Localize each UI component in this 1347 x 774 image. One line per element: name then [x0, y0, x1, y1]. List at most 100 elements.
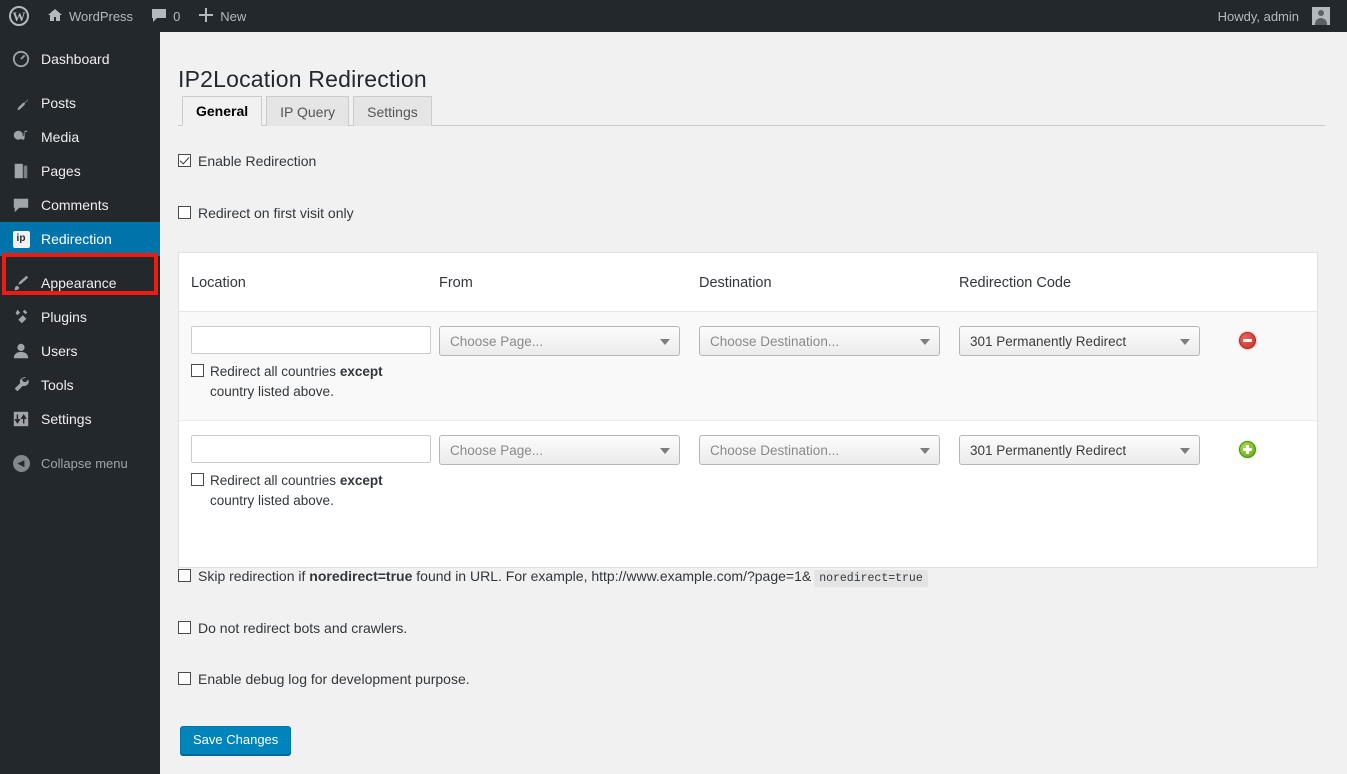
media-icon: [11, 127, 31, 147]
home-icon: [47, 7, 63, 26]
site-name-menu[interactable]: WordPress: [38, 0, 142, 32]
except-label: Redirect all countries except country li…: [210, 471, 419, 511]
brush-icon: [11, 273, 31, 293]
except-checkbox[interactable]: [191, 473, 204, 486]
sidebar-item-label: Collapse menu: [41, 457, 128, 470]
first-visit-only-checkbox[interactable]: [178, 206, 191, 219]
comment-bubble-icon: [151, 7, 167, 26]
chevron-down-icon: [1180, 448, 1190, 454]
site-name-label: WordPress: [69, 10, 133, 23]
option-label: Enable Redirection: [198, 152, 316, 170]
comments-count: 0: [173, 10, 180, 23]
no-bots-checkbox[interactable]: [178, 621, 191, 634]
plus-icon: [198, 7, 214, 26]
code-chip: noredirect=true: [814, 570, 928, 587]
sidebar-item-comments[interactable]: Comments: [0, 188, 160, 222]
except-option[interactable]: Redirect all countries except country li…: [191, 471, 419, 511]
collapse-arrow-icon: ◀: [11, 453, 31, 473]
table-row: Redirect all countries except country li…: [179, 421, 1317, 524]
except-option[interactable]: Redirect all countries except country li…: [191, 362, 419, 402]
plug-icon: [11, 307, 31, 327]
ip-badge-icon: ip: [11, 229, 31, 249]
wrench-icon: [11, 375, 31, 395]
column-header-actions: [1229, 281, 1289, 283]
column-header-location: Location: [179, 273, 439, 291]
option-first-visit-only[interactable]: Redirect on first visit only: [178, 204, 354, 222]
wp-logo-menu[interactable]: W: [0, 0, 38, 32]
chevron-down-icon: [660, 339, 670, 345]
except-label: Redirect all countries except country li…: [210, 362, 419, 402]
sidebar-item-pages[interactable]: Pages: [0, 154, 160, 188]
add-row-icon[interactable]: [1239, 441, 1256, 458]
sidebar-item-redirection[interactable]: ip Redirection: [0, 222, 160, 256]
save-changes-button[interactable]: Save Changes: [180, 726, 291, 755]
my-account-menu[interactable]: Howdy, admin: [1209, 0, 1339, 32]
sidebar-item-dashboard[interactable]: Dashboard: [0, 42, 160, 76]
pin-icon: [11, 93, 31, 113]
comment-icon: [11, 195, 31, 215]
sidebar-item-label: Posts: [41, 96, 76, 110]
sidebar-item-label: Dashboard: [41, 52, 110, 66]
tab-general[interactable]: General: [182, 96, 262, 126]
new-content-menu[interactable]: New: [189, 0, 255, 32]
except-checkbox[interactable]: [191, 364, 204, 377]
table-row: Redirect all countries except country li…: [179, 312, 1317, 421]
tab-settings[interactable]: Settings: [353, 96, 432, 126]
pages-icon: [11, 161, 31, 181]
sidebar-item-label: Settings: [41, 412, 92, 426]
sidebar-item-label: Plugins: [41, 310, 87, 324]
tab-ip-query[interactable]: IP Query: [266, 96, 349, 126]
column-header-from: From: [439, 273, 699, 291]
option-label: Enable debug log for development purpose…: [198, 670, 470, 688]
sidebar-item-label: Appearance: [41, 276, 117, 290]
redirection-code-select[interactable]: 301 Permanently Redirect: [959, 326, 1200, 356]
admin-sidebar-menu: Dashboard Posts Media Pages Comments ip …: [0, 32, 160, 774]
option-label: Skip redirection if noredirect=true foun…: [198, 567, 928, 588]
sidebar-item-collapse-menu[interactable]: ◀ Collapse menu: [0, 446, 160, 480]
location-input[interactable]: [191, 435, 431, 463]
redirection-rules-table: Location From Destination Redirection Co…: [178, 252, 1318, 568]
destination-value: Choose Destination...: [710, 443, 839, 458]
howdy-label: Howdy, admin: [1218, 10, 1299, 23]
from-page-select[interactable]: Choose Page...: [439, 435, 680, 465]
page-title: IP2Location Redirection: [178, 65, 427, 94]
option-no-bots[interactable]: Do not redirect bots and crawlers.: [178, 619, 407, 637]
from-page-value: Choose Page...: [450, 443, 543, 458]
sidebar-item-settings[interactable]: Settings: [0, 402, 160, 436]
destination-select[interactable]: Choose Destination...: [699, 435, 940, 465]
from-page-select[interactable]: Choose Page...: [439, 326, 680, 356]
debug-log-checkbox[interactable]: [178, 672, 191, 685]
sliders-icon: [11, 409, 31, 429]
from-page-value: Choose Page...: [450, 334, 543, 349]
option-skip-noredirect[interactable]: Skip redirection if noredirect=true foun…: [178, 567, 928, 588]
chevron-down-icon: [660, 448, 670, 454]
user-icon: [11, 341, 31, 361]
main-content: IP2Location Redirection General IP Query…: [160, 32, 1347, 774]
option-debug-log[interactable]: Enable debug log for development purpose…: [178, 670, 470, 688]
destination-value: Choose Destination...: [710, 334, 839, 349]
sidebar-item-media[interactable]: Media: [0, 120, 160, 154]
sidebar-item-label: Media: [41, 130, 79, 144]
sidebar-item-appearance[interactable]: Appearance: [0, 266, 160, 300]
location-input[interactable]: [191, 326, 431, 354]
remove-row-icon[interactable]: [1239, 332, 1256, 349]
destination-select[interactable]: Choose Destination...: [699, 326, 940, 356]
tab-bar: General IP Query Settings: [178, 94, 1325, 126]
sidebar-item-label: Pages: [41, 164, 81, 178]
column-header-redirection-code: Redirection Code: [959, 273, 1229, 291]
sidebar-item-label: Comments: [41, 198, 109, 212]
sidebar-item-users[interactable]: Users: [0, 334, 160, 368]
sidebar-item-posts[interactable]: Posts: [0, 86, 160, 120]
option-label: Redirect on first visit only: [198, 204, 354, 222]
redirection-code-select[interactable]: 301 Permanently Redirect: [959, 435, 1200, 465]
option-enable-redirection[interactable]: Enable Redirection: [178, 152, 316, 170]
redirection-code-value: 301 Permanently Redirect: [970, 334, 1126, 349]
skip-noredirect-checkbox[interactable]: [178, 569, 191, 582]
sidebar-item-plugins[interactable]: Plugins: [0, 300, 160, 334]
redirection-code-value: 301 Permanently Redirect: [970, 443, 1126, 458]
column-header-destination: Destination: [699, 273, 959, 291]
sidebar-item-tools[interactable]: Tools: [0, 368, 160, 402]
enable-redirection-checkbox[interactable]: [178, 154, 191, 167]
comments-menu[interactable]: 0: [142, 0, 189, 32]
sidebar-item-label: Users: [41, 344, 78, 358]
